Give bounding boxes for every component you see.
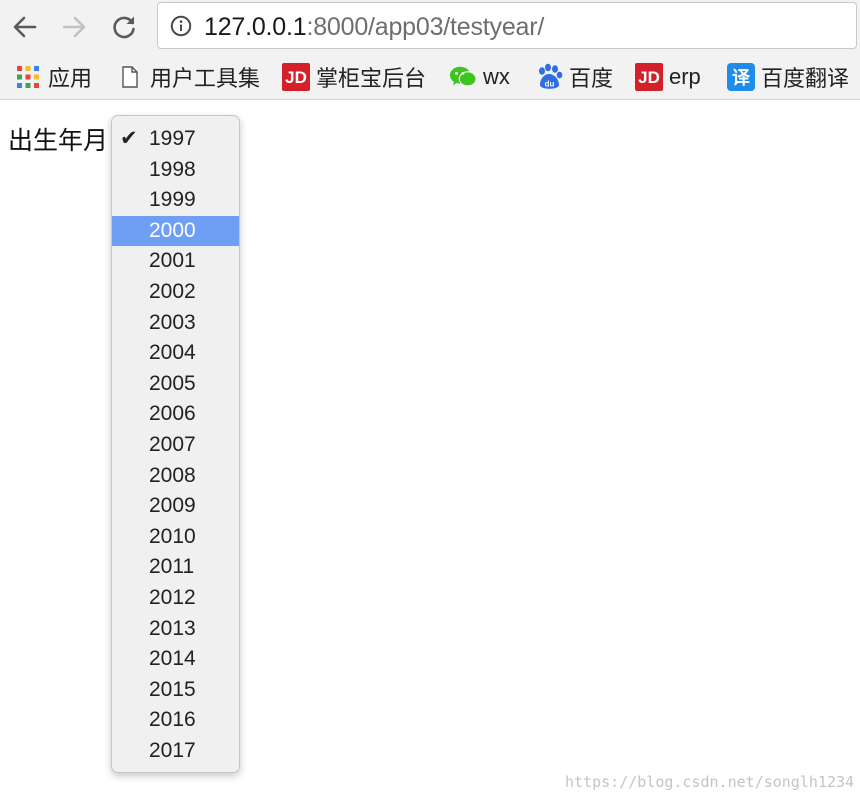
back-arrow-icon	[13, 16, 37, 38]
bookmark-baidu-translate[interactable]: 译 百度翻译	[727, 61, 849, 93]
jd-logo-icon: JD	[282, 63, 310, 91]
forward-button[interactable]	[57, 10, 91, 44]
bookmark-label: 百度	[569, 66, 614, 91]
back-button[interactable]	[8, 10, 42, 44]
translate-icon: 译	[727, 63, 755, 91]
address-bar[interactable]: 127.0.0.1:8000/app03/testyear/	[157, 2, 857, 49]
bookmark-label: 掌柜宝后台	[316, 66, 427, 91]
year-option-2007[interactable]: 2007	[112, 430, 239, 461]
option-label: 2009	[149, 494, 196, 518]
year-option-1999[interactable]: 1999	[112, 185, 239, 216]
wechat-icon	[449, 63, 477, 91]
year-option-2014[interactable]: 2014	[112, 644, 239, 675]
option-label: 2015	[149, 677, 196, 701]
option-label: 2016	[149, 708, 196, 732]
url-path: :8000/app03/testyear/	[306, 13, 545, 41]
year-option-2015[interactable]: 2015	[112, 675, 239, 706]
year-option-2001[interactable]: 2001	[112, 246, 239, 277]
bookmark-user-tools[interactable]: 用户工具集	[116, 61, 260, 93]
year-option-2013[interactable]: 2013	[112, 614, 239, 645]
watermark-text: https://blog.csdn.net/songlh1234	[565, 773, 854, 791]
bookmarks-bar: 应用 用户工具集 JD 掌柜宝后台 wx du 百度 JD erp 译 百度翻译	[0, 54, 860, 100]
option-label: 2017	[149, 739, 196, 762]
option-label: 2004	[149, 341, 196, 365]
option-label: 2005	[149, 371, 196, 395]
bookmark-label: erp	[669, 64, 701, 89]
bookmark-wx[interactable]: wx	[449, 61, 510, 93]
year-option-2006[interactable]: 2006	[112, 399, 239, 430]
bookmark-jd-admin[interactable]: JD 掌柜宝后台	[282, 61, 426, 93]
option-label: 2007	[149, 433, 196, 456]
option-label: 2013	[149, 616, 196, 640]
jd-logo-icon: JD	[635, 63, 663, 91]
year-option-2011[interactable]: 2011	[112, 552, 239, 583]
year-option-2005[interactable]: 2005	[112, 369, 239, 400]
reload-icon	[113, 16, 135, 39]
option-label: 2008	[149, 463, 196, 487]
option-label: 2014	[149, 647, 196, 671]
year-option-2008[interactable]: 2008	[112, 461, 239, 492]
birth-year-label: 出生年月	[8, 127, 109, 155]
option-label: 2000	[149, 218, 196, 242]
svg-text:du: du	[545, 80, 555, 89]
svg-text:译: 译	[732, 68, 751, 89]
option-label: 2012	[149, 586, 196, 609]
info-icon[interactable]	[170, 15, 192, 37]
year-select-dropdown[interactable]: ✔ 1997 1998 1999 2000 2001 2002 2003 2004 2005 200…	[111, 115, 240, 773]
year-option-2000[interactable]: 2000	[112, 215, 239, 247]
option-label: 2006	[149, 402, 196, 426]
option-label: 2011	[149, 555, 195, 579]
option-label: 1997	[149, 127, 196, 150]
year-option-2004[interactable]: 2004	[112, 338, 239, 369]
option-label: 2003	[149, 310, 196, 334]
reload-button[interactable]	[107, 10, 141, 44]
baidu-paw-icon: du	[535, 63, 563, 91]
year-option-1998[interactable]: 1998	[112, 155, 239, 186]
year-option-2017[interactable]: 2017	[112, 736, 239, 767]
option-label: 1999	[149, 188, 196, 212]
browser-toolbar: 127.0.0.1:8000/app03/testyear/	[0, 0, 860, 54]
option-label: 2001	[149, 249, 196, 273]
apps-grid-icon	[14, 63, 42, 91]
bookmark-erp[interactable]: JD erp	[635, 61, 701, 93]
option-label: 1998	[149, 157, 196, 181]
year-option-2016[interactable]: 2016	[112, 705, 239, 736]
url-text: 127.0.0.1:8000/app03/testyear/	[204, 13, 544, 41]
svg-text:JD: JD	[638, 68, 660, 87]
option-label: 2010	[149, 524, 196, 548]
bookmark-label: 应用	[48, 66, 93, 91]
bookmark-apps[interactable]: 应用	[14, 61, 92, 93]
year-option-1997[interactable]: ✔ 1997	[112, 124, 239, 155]
year-option-2002[interactable]: 2002	[112, 277, 239, 308]
url-host: 127.0.0.1	[204, 13, 307, 41]
year-option-2003[interactable]: 2003	[112, 308, 239, 339]
forward-arrow-icon	[62, 16, 86, 38]
year-option-2010[interactable]: 2010	[112, 522, 239, 553]
bookmark-baidu[interactable]: du 百度	[535, 61, 613, 93]
bookmark-label: 百度翻译	[761, 66, 850, 91]
checkmark-icon: ✔	[120, 127, 138, 150]
bookmark-label: wx	[483, 64, 510, 89]
year-option-2009[interactable]: 2009	[112, 491, 239, 522]
bookmark-label: 用户工具集	[150, 66, 261, 91]
year-option-2012[interactable]: 2012	[112, 583, 239, 614]
document-icon	[116, 63, 144, 91]
option-label: 2002	[149, 280, 196, 303]
svg-text:JD: JD	[285, 68, 307, 87]
